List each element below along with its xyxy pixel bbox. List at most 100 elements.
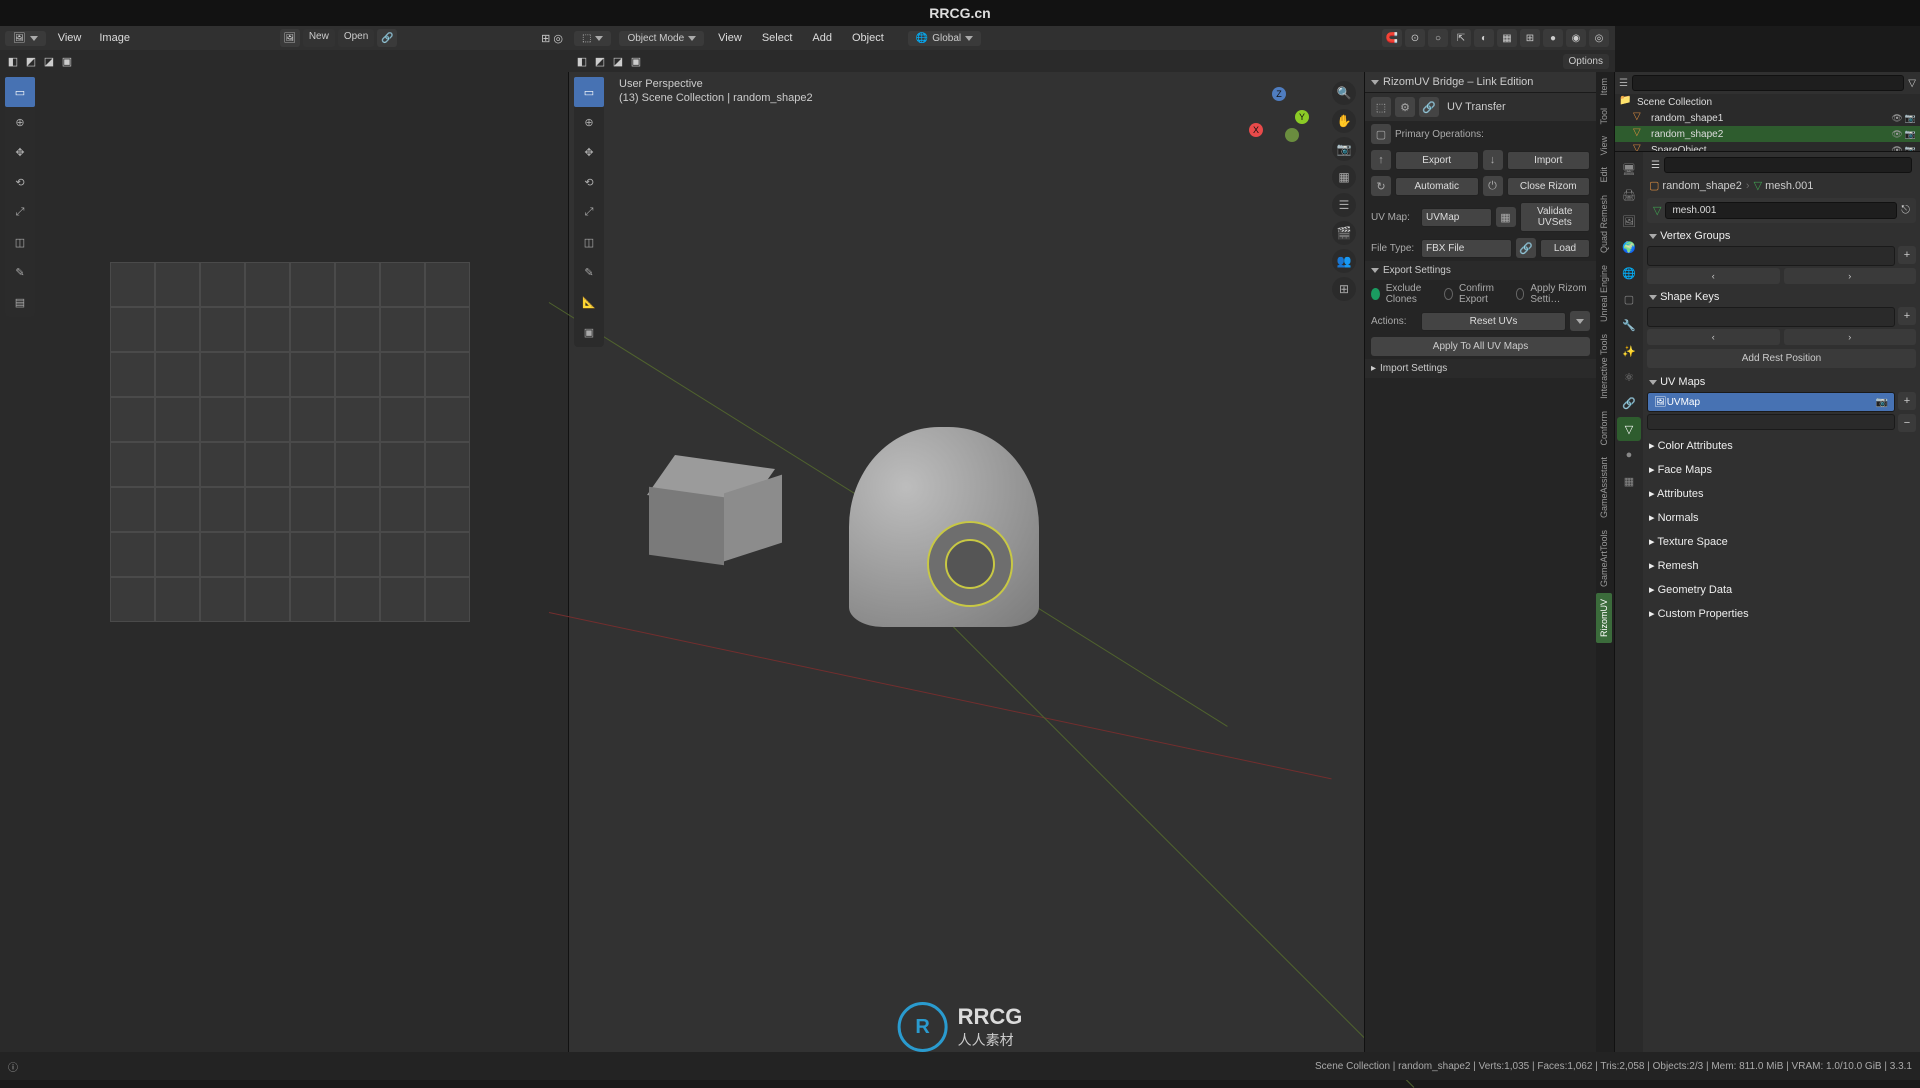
v3d-menu-view[interactable]: View [712, 30, 748, 46]
axis-x[interactable]: X [1249, 123, 1263, 137]
uv-new-button[interactable]: New [303, 29, 335, 47]
section-normals[interactable]: ▸ Normals [1647, 507, 1916, 528]
datablock-link-icon[interactable]: ⎋ [1901, 204, 1910, 217]
mesh-name-field[interactable]: mesh.001 [1665, 202, 1897, 219]
shading-wire-icon[interactable]: ⊞ [1520, 29, 1540, 47]
tool-measure-icon[interactable]: 📐 [574, 287, 604, 317]
shading-rendered-icon[interactable]: ◎ [1589, 29, 1609, 47]
prop-tab-data-icon[interactable]: ▽ [1617, 417, 1641, 441]
bc-obj[interactable]: random_shape2 [1662, 180, 1742, 192]
tab-item[interactable]: Item [1596, 72, 1612, 102]
prop-tab-texture-icon[interactable]: ▦ [1617, 469, 1641, 493]
validate-uvsets-button[interactable]: Validate UVSets [1520, 202, 1591, 232]
nav-persp-icon[interactable]: ▦ [1332, 165, 1356, 189]
prop-tab-render-icon[interactable]: 🖥 [1617, 157, 1641, 181]
outliner-item-random-shape1[interactable]: ▽random_shape1👁📷 [1615, 110, 1920, 126]
tool-scale-icon[interactable]: ⤢ [574, 197, 604, 227]
section-geometry-data[interactable]: ▸ Geometry Data [1647, 579, 1916, 600]
uvmap-browse-icon[interactable]: ▦ [1496, 207, 1516, 227]
prop-tab-modifier-icon[interactable]: 🔧 [1617, 313, 1641, 337]
export-button[interactable]: Export [1395, 151, 1479, 170]
uv-tool-cursor-icon[interactable]: ▭ [5, 77, 35, 107]
apply-to-all-button[interactable]: Apply To All UV Maps [1371, 337, 1590, 356]
tab-gameassist[interactable]: GameAssistant [1596, 451, 1612, 524]
section-face-maps[interactable]: ▸ Face Maps [1647, 459, 1916, 480]
prop-tab-object-icon[interactable]: ▢ [1617, 287, 1641, 311]
prop-tab-scene-icon[interactable]: 🌍 [1617, 235, 1641, 259]
section-vertex-groups[interactable]: Vertex Groups [1647, 226, 1916, 246]
viewport-select-mask-icons[interactable]: ◧◩◪▣ [574, 53, 644, 69]
viewport-3d[interactable]: ▭ ⊕ ✥ ⟲ ⤢ ◫ ✎ 📐 ▣ User Perspective (13) … [568, 72, 1615, 1052]
v3d-menu-add[interactable]: Add [806, 30, 838, 46]
load-button[interactable]: Load [1540, 239, 1590, 258]
axis-neg-y[interactable] [1285, 128, 1299, 142]
outliner-search[interactable] [1632, 75, 1904, 91]
uv-pivot-icon[interactable]: ◎ [553, 32, 563, 45]
disable-icon[interactable]: 📷 [1905, 129, 1916, 140]
import-button[interactable]: Import [1507, 151, 1591, 170]
props-type-icon[interactable]: ☰ [1651, 160, 1660, 171]
disable-icon[interactable]: 📷 [1905, 113, 1916, 124]
proportional-icon[interactable]: ○ [1428, 29, 1448, 47]
shading-matprev-icon[interactable]: ◉ [1566, 29, 1586, 47]
actions-dropdown-icon[interactable] [1570, 311, 1590, 331]
uv-image-slot-icon[interactable]: 🖼 [280, 29, 300, 47]
nav-render-icon[interactable]: 🎬 [1332, 221, 1356, 245]
tab-conform[interactable]: Conform [1596, 405, 1612, 452]
uvmap-field[interactable]: UVMap [1421, 208, 1492, 227]
uv-tool-draw-icon[interactable]: ✎ [5, 257, 35, 287]
viewport-options[interactable]: Options [1563, 54, 1609, 69]
uv-tool-transform-icon[interactable]: ◫ [5, 227, 35, 257]
tool-addcube-icon[interactable]: ▣ [574, 317, 604, 347]
axis-y[interactable]: Y [1295, 110, 1309, 124]
nav-grid-icon[interactable]: ⊞ [1332, 277, 1356, 301]
v3d-menu-select[interactable]: Select [756, 30, 799, 46]
uv-transfer-link-icon[interactable]: 🔗 [1419, 97, 1439, 117]
outliner-item-random-shape2[interactable]: ▽random_shape2👁📷 [1615, 126, 1920, 142]
automatic-button[interactable]: Automatic [1395, 177, 1479, 196]
overlay-toggle-icon[interactable]: ◐ [1474, 29, 1494, 47]
filetype-browse-icon[interactable]: 🔗 [1516, 238, 1536, 258]
bc-mesh[interactable]: mesh.001 [1765, 180, 1813, 192]
filetype-field[interactable]: FBX File [1421, 239, 1512, 258]
gizmo-toggle-icon[interactable]: ⇱ [1451, 29, 1471, 47]
uv-tool-rotate-icon[interactable]: ⟲ [5, 167, 35, 197]
vertex-group-add-icon[interactable]: + [1898, 246, 1916, 264]
eye-icon[interactable]: 👁 [1891, 129, 1902, 140]
sk-prev[interactable]: ‹ [1647, 329, 1780, 345]
vertex-groups-list[interactable] [1647, 246, 1895, 266]
close-rizom-button[interactable]: Close Rizom [1507, 177, 1591, 196]
orientation-selector[interactable]: 🌐 Global [908, 31, 981, 46]
vg-prev[interactable]: ‹ [1647, 268, 1780, 284]
prop-tab-material-icon[interactable]: ● [1617, 443, 1641, 467]
tab-gamearttools[interactable]: GameArtTools [1596, 524, 1612, 593]
add-rest-position-button[interactable]: Add Rest Position [1647, 349, 1916, 368]
outliner-item-spareobject[interactable]: ▽SpareObject👁📷 [1615, 142, 1920, 152]
pivot-icon[interactable]: ⊙ [1405, 29, 1425, 47]
section-remesh[interactable]: ▸ Remesh [1647, 555, 1916, 576]
uv-menu-image[interactable]: Image [93, 30, 136, 46]
prop-tab-particles-icon[interactable]: ✨ [1617, 339, 1641, 363]
section-uv-maps[interactable]: UV Maps [1647, 372, 1916, 392]
shape-key-add-icon[interactable]: + [1898, 307, 1916, 325]
uv-map-remove-icon[interactable]: − [1898, 414, 1916, 432]
uv-open-button[interactable]: Open [338, 29, 374, 47]
section-custom-properties[interactable]: ▸ Custom Properties [1647, 603, 1916, 624]
exclude-clones-toggle[interactable] [1371, 288, 1380, 300]
vg-next[interactable]: › [1784, 268, 1917, 284]
uv-transfer-opt-icon[interactable]: ⚙ [1395, 97, 1415, 117]
shading-solid-icon[interactable]: ● [1543, 29, 1563, 47]
prop-tab-physics-icon[interactable]: ⚛ [1617, 365, 1641, 389]
mode-selector[interactable]: Object Mode [619, 31, 704, 46]
uv-active-render-icon[interactable]: 📷 [1876, 397, 1888, 408]
actions-field[interactable]: Reset UVs [1421, 312, 1566, 331]
uv-map-item[interactable]: 🖼 UVMap📷 [1647, 392, 1895, 412]
section-shape-keys[interactable]: Shape Keys [1647, 287, 1916, 307]
import-settings-header[interactable]: ▸ Import Settings [1365, 359, 1596, 378]
props-search[interactable] [1664, 157, 1912, 173]
tab-edit[interactable]: Edit [1596, 161, 1612, 189]
uv-tool-annotate-icon[interactable]: ⊕ [5, 107, 35, 137]
uv-link-icon[interactable]: 🔗 [377, 29, 397, 47]
npanel-title[interactable]: RizomUV Bridge – Link Edition [1365, 72, 1596, 93]
export-settings-header[interactable]: Export Settings [1365, 261, 1596, 280]
